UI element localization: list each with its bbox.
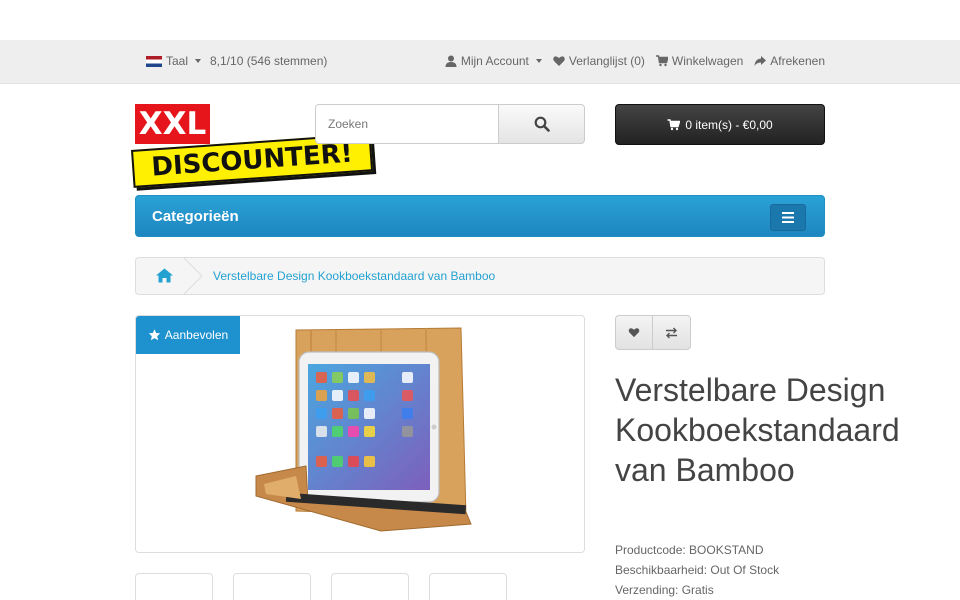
top-bar: Taal 8,1/10 (546 stemmen) Mijn Account V… — [0, 40, 960, 84]
category-menu: Categorieën — [135, 195, 825, 237]
compare-button[interactable] — [653, 315, 691, 350]
account-link[interactable]: Mijn Account — [445, 54, 542, 68]
product-specs: Productcode: BOOKSTAND Beschikbaarheid: … — [615, 540, 779, 600]
search-bar — [315, 104, 585, 144]
chevron-down-icon — [535, 59, 542, 63]
user-icon — [445, 55, 457, 67]
shopping-cart-icon — [667, 118, 681, 130]
category-menu-title[interactable]: Categorieën — [152, 208, 239, 225]
cart-total-label: 0 item(s) - €0,00 — [685, 117, 773, 132]
wishlist-link[interactable]: Verlanglijst (0) — [553, 54, 645, 68]
wishlist-label: Verlanglijst (0) — [568, 54, 645, 68]
product-thumbnail[interactable] — [331, 573, 409, 600]
product-code: Productcode: BOOKSTAND — [615, 543, 764, 557]
product-availability: Beschikbaarheid: Out Of Stock — [615, 563, 780, 577]
home-icon — [156, 268, 173, 283]
breadcrumb-home-link[interactable] — [156, 268, 173, 286]
checkout-label: Afrekenen — [770, 54, 825, 68]
search-icon — [534, 116, 550, 132]
language-dropdown[interactable]: Taal — [146, 54, 202, 68]
menu-toggle-button[interactable] — [770, 204, 806, 231]
product-shipping: Verzending: Gratis — [615, 583, 714, 597]
chevron-down-icon — [195, 59, 202, 63]
breadcrumb: Verstelbare Design Kookboekstandaard van… — [135, 257, 825, 295]
product-title: Verstelbare Design Kookboekstandaard van… — [615, 372, 900, 488]
share-icon — [754, 56, 767, 66]
breadcrumb-current-link[interactable]: Verstelbare Design Kookboekstandaard van… — [213, 269, 495, 283]
hamburger-icon — [782, 212, 794, 223]
add-to-wishlist-button[interactable] — [615, 315, 653, 350]
checkout-link[interactable]: Afrekenen — [754, 54, 825, 68]
product-main-image[interactable]: Aanbevolen — [135, 315, 585, 553]
search-input[interactable] — [315, 104, 499, 144]
product-thumbnail[interactable] — [429, 573, 507, 600]
language-label: Taal — [166, 54, 189, 68]
heart-icon — [553, 56, 565, 66]
top-nav: Mijn Account Verlanglijst (0) Winkelwage… — [445, 54, 825, 68]
shopping-cart-icon — [655, 55, 668, 67]
product-thumbnails — [135, 573, 507, 600]
account-label: Mijn Account — [460, 54, 529, 68]
logo-xxl-text: XXL — [135, 104, 210, 144]
cart-link[interactable]: Winkelwagen — [655, 54, 744, 68]
dutch-flag-icon — [146, 55, 162, 67]
featured-badge-label: Aanbevolen — [164, 328, 229, 342]
exchange-icon — [666, 327, 677, 338]
product-actions — [615, 315, 691, 350]
star-icon — [148, 329, 160, 341]
heart-icon — [628, 328, 640, 338]
product-thumbnail[interactable] — [233, 573, 311, 600]
featured-badge: Aanbevolen — [136, 316, 240, 354]
cart-button[interactable]: 0 item(s) - €0,00 — [615, 104, 825, 145]
product-thumbnail[interactable] — [135, 573, 213, 600]
cart-label: Winkelwagen — [671, 54, 744, 68]
search-button[interactable] — [499, 104, 585, 144]
breadcrumb-separator — [184, 258, 203, 294]
store-rating[interactable]: 8,1/10 (546 stemmen) — [210, 54, 327, 68]
